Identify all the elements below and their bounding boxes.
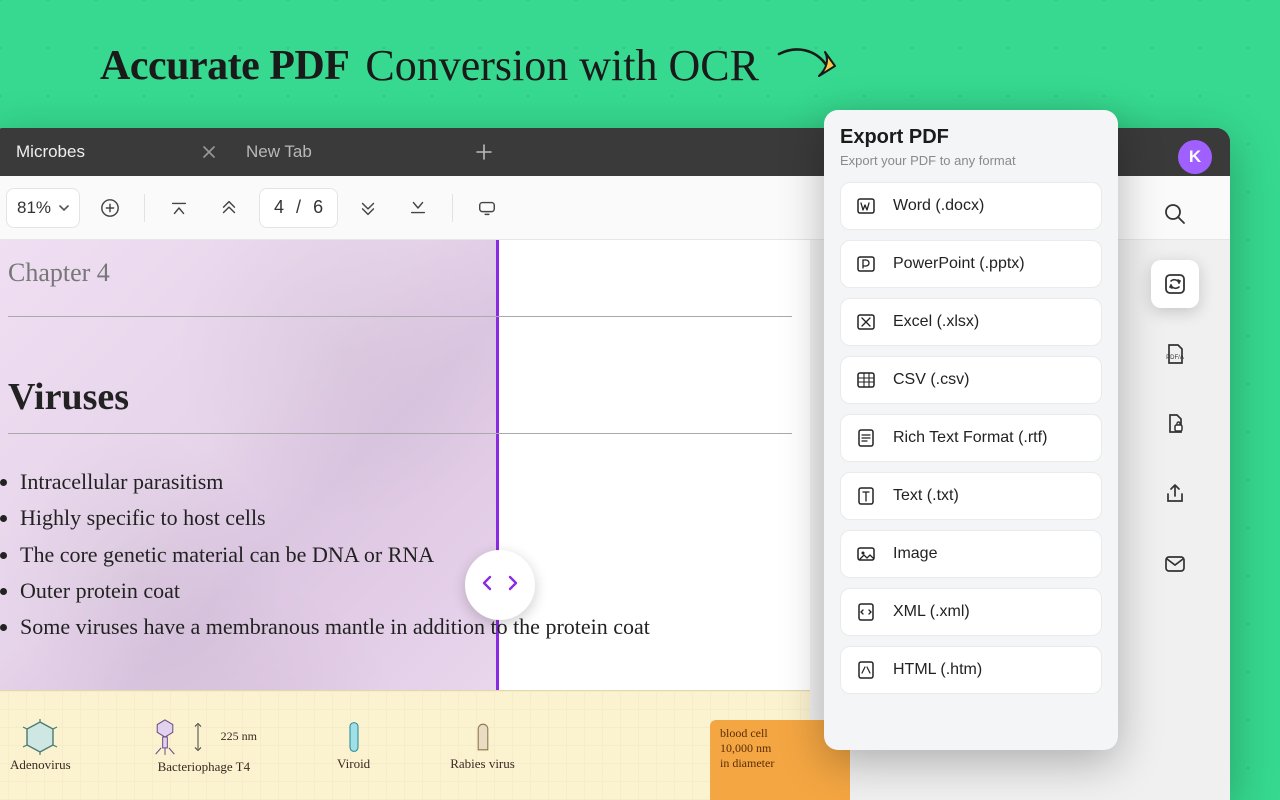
diagram-viroid: Viroid <box>337 720 370 772</box>
export-option-label: Excel (.xlsx) <box>893 313 979 331</box>
word-icon <box>855 195 877 217</box>
export-option-label: Word (.docx) <box>893 197 984 215</box>
list-item: Highly specific to host cells <box>20 500 792 536</box>
csv-icon <box>855 369 877 391</box>
export-option-label: XML (.xml) <box>893 603 970 621</box>
chevron-down-icon <box>59 203 69 213</box>
current-page: 4 <box>274 197 284 218</box>
xml-icon <box>855 601 877 623</box>
list-item: Outer protein coat <box>20 573 792 609</box>
export-option-label: PowerPoint (.pptx) <box>893 255 1025 273</box>
html-icon <box>855 659 877 681</box>
pdfa-button[interactable]: PDF/A <box>1151 330 1199 378</box>
chevron-left-icon <box>479 574 497 597</box>
zoom-in-button[interactable] <box>90 188 130 228</box>
export-option-excel[interactable]: Excel (.xlsx) <box>840 298 1102 346</box>
page: Chapter 4 Viruses Intracellular parasiti… <box>0 240 810 800</box>
diagram-strip: Adenovirus 225 nm Bacteriophage T4 Viroi… <box>0 690 810 800</box>
export-option-label: Text (.txt) <box>893 487 959 505</box>
export-option-label: Rich Text Format (.rtf) <box>893 429 1047 447</box>
curved-arrow-icon <box>775 42 843 90</box>
text-icon <box>855 485 877 507</box>
export-option-csv[interactable]: CSV (.csv) <box>840 356 1102 404</box>
diagram-rabies: Rabies virus <box>450 720 515 772</box>
divider <box>452 194 453 222</box>
list-item: Intracellular parasitism <box>20 464 792 500</box>
export-subtitle: Export your PDF to any format <box>840 153 1102 168</box>
export-option-label: Image <box>893 545 937 563</box>
export-option-text[interactable]: Text (.txt) <box>840 472 1102 520</box>
share-button[interactable] <box>1151 470 1199 518</box>
export-option-powerpoint[interactable]: PowerPoint (.pptx) <box>840 240 1102 288</box>
avatar[interactable]: K <box>1178 140 1212 174</box>
tab-label: New Tab <box>246 142 312 162</box>
list-item: Some viruses have a membranous mantle in… <box>20 609 792 645</box>
export-option-rtf[interactable]: Rich Text Format (.rtf) <box>840 414 1102 462</box>
export-option-image[interactable]: Image <box>840 530 1102 578</box>
hero-bold-text: Accurate PDF <box>100 42 349 90</box>
card-line: 10,000 nm <box>720 741 840 756</box>
hero-title: Accurate PDF Conversion with OCR <box>100 40 843 91</box>
excel-icon <box>855 311 877 333</box>
diagram-label: Bacteriophage T4 <box>158 759 251 775</box>
image-icon <box>855 543 877 565</box>
export-option-word[interactable]: Word (.docx) <box>840 182 1102 230</box>
zoom-dropdown[interactable]: 81% <box>6 188 80 228</box>
compare-slider-handle[interactable] <box>465 550 535 620</box>
diagram-bacteriophage: 225 nm Bacteriophage T4 <box>151 717 257 775</box>
export-option-xml[interactable]: XML (.xml) <box>840 588 1102 636</box>
protect-button[interactable] <box>1151 400 1199 448</box>
dimension-label: 225 nm <box>221 729 257 744</box>
powerpoint-icon <box>855 253 877 275</box>
close-icon[interactable] <box>202 145 216 159</box>
new-tab-button[interactable] <box>460 128 508 176</box>
last-page-button[interactable] <box>398 188 438 228</box>
right-rail: PDF/A <box>1140 190 1210 588</box>
page-indicator[interactable]: 4 / 6 <box>259 188 338 228</box>
page-separator: / <box>296 197 301 218</box>
export-option-html[interactable]: HTML (.htm) <box>840 646 1102 694</box>
export-title: Export PDF <box>840 126 1102 149</box>
convert-button[interactable] <box>1151 260 1199 308</box>
card-line: in diameter <box>720 756 840 771</box>
prev-page-button[interactable] <box>209 188 249 228</box>
diagram-label: Viroid <box>337 756 370 772</box>
export-panel: Export PDF Export your PDF to any format… <box>824 110 1118 750</box>
section-heading: Viruses <box>8 375 792 434</box>
export-option-label: HTML (.htm) <box>893 661 982 679</box>
list-item: The core genetic material can be DNA or … <box>20 537 792 573</box>
search-button[interactable] <box>1151 190 1199 238</box>
chapter-heading: Chapter 4 <box>8 258 792 317</box>
tab-microbes[interactable]: Microbes <box>0 128 230 176</box>
total-pages: 6 <box>313 197 323 218</box>
mail-button[interactable] <box>1151 540 1199 588</box>
diagram-label: Rabies virus <box>450 756 515 772</box>
zoom-value: 81% <box>17 198 51 218</box>
next-page-button[interactable] <box>348 188 388 228</box>
rtf-icon <box>855 427 877 449</box>
divider <box>144 194 145 222</box>
svg-text:PDF/A: PDF/A <box>1166 355 1184 361</box>
presentation-mode-button[interactable] <box>467 188 507 228</box>
diagram-adenovirus: Adenovirus <box>10 719 71 773</box>
avatar-letter: K <box>1189 147 1201 167</box>
diagram-label: Adenovirus <box>10 757 71 773</box>
export-list: Word (.docx) PowerPoint (.pptx) Excel (.… <box>840 182 1102 694</box>
chevron-right-icon <box>503 574 521 597</box>
first-page-button[interactable] <box>159 188 199 228</box>
hero-script-text: Conversion with OCR <box>365 40 759 91</box>
tab-new[interactable]: New Tab <box>230 128 460 176</box>
card-line: blood cell <box>720 726 840 741</box>
export-option-label: CSV (.csv) <box>893 371 969 389</box>
tab-label: Microbes <box>16 142 85 162</box>
bullet-list: Intracellular parasitism Highly specific… <box>8 464 792 645</box>
